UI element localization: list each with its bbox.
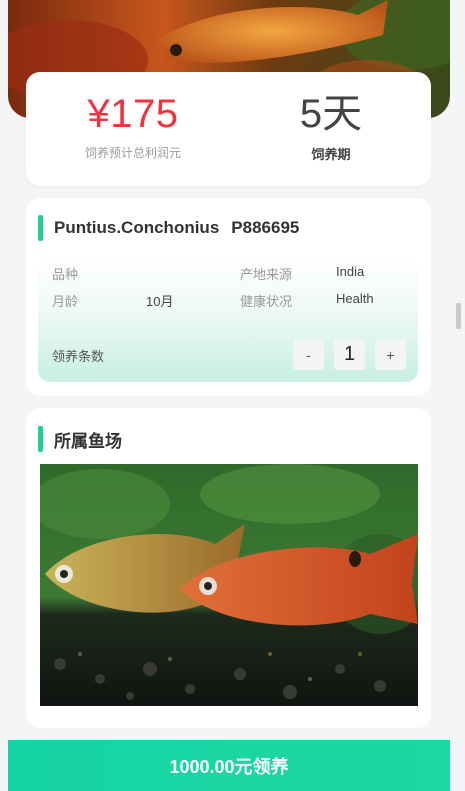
fish-header: Puntius.Conchonius P886695 [38,215,299,241]
fish-info-box: 品种 产地来源 India 月龄 10月 健康状况 Health 领养条数 - … [38,256,418,382]
section-accent-bar [38,215,43,241]
age-value: 10月 [146,294,174,309]
farm-header: 所属鱼场 [38,426,122,452]
breed-label: 品种 [52,267,79,282]
quantity-value[interactable]: 1 [334,339,365,370]
profit-price: ¥175 [87,92,179,136]
age-label: 月龄 [52,294,79,309]
period-caption: 饲养期 [311,147,351,162]
quantity-stepper: - 1 + [293,339,406,370]
scrollbar-thumb[interactable] [456,303,461,329]
health-value: Health [336,291,374,306]
farm-fish-photo [40,464,418,706]
feeding-days: 5天 [299,92,363,136]
origin-label: 产地来源 [240,267,293,282]
profit-block: ¥175 饲养预计总利润元 [48,90,218,161]
fish-name: Puntius.Conchonius [54,218,220,237]
fish-detail-card: Puntius.Conchonius P886695 品种 产地来源 India… [26,198,431,396]
summary-card: ¥175 饲养预计总利润元 5天 饲养期 [26,72,431,186]
origin-value: India [336,264,365,279]
adopt-button[interactable]: 1000.00元领养 [8,740,450,791]
decrease-button[interactable]: - [293,339,324,370]
profit-caption: 饲养预计总利润元 [84,146,181,160]
section-accent-bar [38,426,43,452]
farm-title: 所属鱼场 [54,431,122,451]
health-label: 健康状况 [240,294,293,309]
fish-code: P886695 [231,218,300,237]
quantity-label: 领养条数 [52,349,105,364]
farm-card: 所属鱼场 [26,408,431,728]
period-block: 5天 饲养期 [276,90,386,163]
increase-button[interactable]: + [375,339,406,370]
